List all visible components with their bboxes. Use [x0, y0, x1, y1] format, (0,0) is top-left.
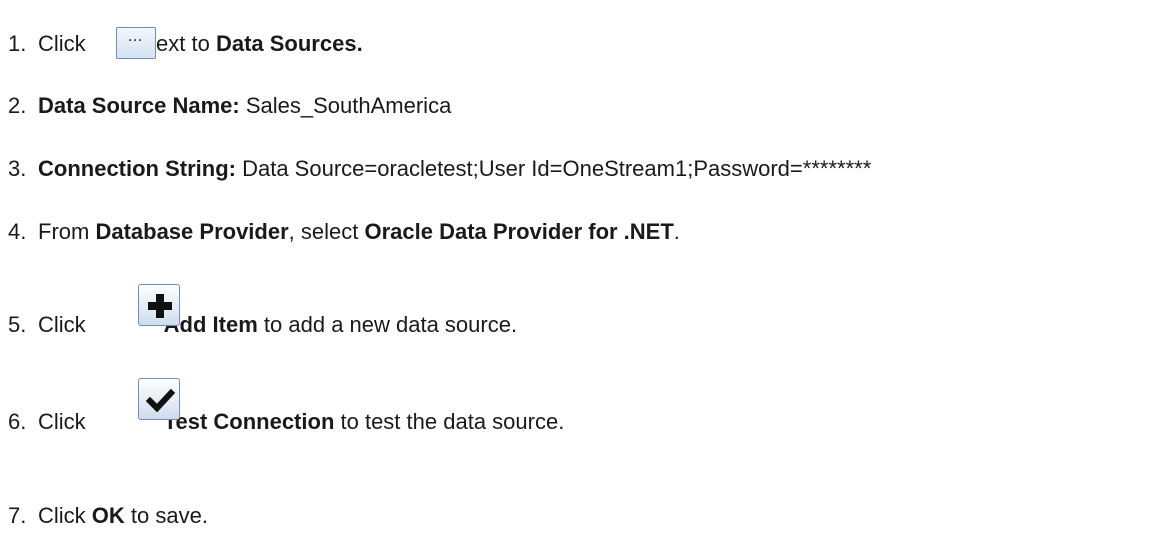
step-number: 3. [8, 156, 27, 181]
step-number: 2. [8, 93, 27, 118]
step-text: to test the data source. [334, 409, 565, 434]
step-text: . [673, 219, 680, 244]
step-number: 7. [8, 503, 27, 528]
step-7: 7. Click OK to save. [8, 503, 208, 529]
step-bold: OK [91, 503, 125, 528]
step-bold: Connection String: [38, 156, 236, 181]
step-text: to add a new data source. [257, 312, 518, 337]
step-5: 5. Click Add Item to add a new data source… [8, 312, 517, 338]
step-3: 3. Connection String: Data Source=oraclet… [8, 156, 871, 182]
step-number: 1. [8, 31, 27, 56]
step-4: 4. From Database Provider, select Oracle … [8, 219, 680, 245]
step-bold: Data Source Name: [38, 93, 240, 118]
step-1: 1. Click next to Data Sources. [8, 31, 363, 57]
ellipsis-button-icon[interactable]: ··· [116, 27, 156, 59]
step-bold: Data Sources. [215, 31, 363, 56]
step-text: Sales_SouthAmerica [239, 93, 452, 118]
step-text: Click [38, 409, 86, 434]
checkmark-icon [145, 388, 176, 413]
step-text: Click [38, 312, 86, 337]
add-item-button-icon[interactable] [138, 284, 180, 326]
step-text: to save. [124, 503, 208, 528]
step-2: 2. Data Source Name: Sales_SouthAmerica [8, 93, 451, 119]
step-text: Click [38, 503, 92, 528]
step-6: 6. Click Test Connection to test the data … [8, 409, 564, 435]
step-bold: Database Provider [95, 219, 289, 244]
test-connection-button-icon[interactable] [138, 378, 180, 420]
step-text: Click [38, 31, 86, 56]
step-number: 5. [8, 312, 27, 337]
plus-icon [148, 294, 172, 318]
step-number: 4. [8, 219, 27, 244]
step-number: 6. [8, 409, 27, 434]
step-bold: Oracle Data Provider for .NET [364, 219, 674, 244]
step-bold: Test Connection [163, 409, 335, 434]
step-text: From [38, 219, 96, 244]
step-text: Data Source=oracletest;User Id=OneStream… [235, 156, 872, 181]
step-text: , select [288, 219, 365, 244]
